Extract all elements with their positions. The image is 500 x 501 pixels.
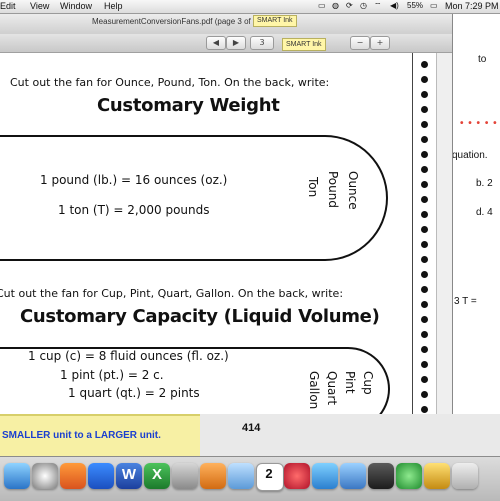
firefox-icon[interactable] (60, 463, 86, 489)
punch-hole (421, 331, 428, 338)
punch-hole (421, 181, 428, 188)
capacity-line-1: 1 cup (c) = 8 fluid ounces (fl. oz.) (28, 349, 229, 363)
punch-hole (421, 106, 428, 113)
excel-letter: X (151, 466, 162, 483)
page-number: 414 (242, 422, 261, 434)
menu-window[interactable]: Window (60, 1, 92, 11)
menu-view[interactable]: View (30, 1, 49, 11)
powerpoint-icon[interactable] (200, 463, 226, 489)
next-page-button[interactable]: ▶ (226, 36, 246, 50)
capacity-line-3: 1 quart (qt.) = 2 pints (68, 386, 200, 400)
punch-hole (421, 361, 428, 368)
weight-tab-word-3: Ton (306, 177, 320, 198)
punch-hole (421, 316, 428, 323)
punch-hole (421, 256, 428, 263)
capacity-instruction: Cut out the fan for Cup, Pint, Quart, Ga… (0, 287, 344, 300)
smart-ink-label[interactable]: SMART Ink (282, 38, 326, 51)
punch-hole (421, 211, 428, 218)
dock: W X 2 (0, 456, 500, 501)
punch-hole (421, 151, 428, 158)
quicktime-icon[interactable] (368, 463, 394, 489)
volume-icon[interactable]: ◀) (390, 1, 399, 10)
previous-page-button[interactable]: ◀ (206, 36, 226, 50)
itunes-icon[interactable] (284, 463, 310, 489)
capacity-line-2: 1 pint (pt.) = 2 c. (60, 368, 164, 382)
bg-fragment-equation: quation. (452, 150, 488, 161)
capacity-tab-word-1: Cup (361, 371, 375, 395)
capacity-heading: Customary Capacity (Liquid Volume) (20, 306, 380, 327)
weight-tab-word-2: Pound (326, 171, 340, 208)
punch-hole (421, 166, 428, 173)
battery-percent[interactable]: 55% (407, 1, 423, 10)
punch-hole (421, 226, 428, 233)
battery-icon[interactable]: ▭ (430, 1, 438, 10)
trash-icon[interactable] (452, 463, 478, 489)
bg-fragment-3t: 3 T = (454, 296, 477, 307)
smart-ink-tab[interactable]: SMART Ink (253, 15, 297, 27)
bg-red-dots: • • • • • (460, 118, 498, 129)
menu-edit[interactable]: Edit (0, 1, 16, 11)
punch-hole (421, 76, 428, 83)
finder-icon[interactable] (4, 463, 30, 489)
punch-hole (421, 91, 428, 98)
hole-punch-rail (412, 53, 438, 414)
clock[interactable]: Mon 7:29 PM (445, 1, 499, 11)
window-title-bar[interactable]: MeasurementConversionFans.pdf (page 3 of… (0, 14, 452, 35)
vertical-scrollbar[interactable] (436, 53, 452, 414)
punch-hole (421, 136, 428, 143)
word-letter: W (121, 466, 137, 483)
punch-hole (421, 406, 428, 413)
scissors-icon[interactable] (172, 463, 198, 489)
sync-icon[interactable]: ⟳ (346, 1, 353, 10)
time-machine-icon[interactable]: ◷ (360, 1, 367, 10)
preview-icon[interactable] (312, 463, 338, 489)
punch-hole (421, 286, 428, 293)
mail-icon[interactable] (228, 463, 254, 489)
punch-hole (421, 346, 428, 353)
weight-heading: Customary Weight (97, 95, 280, 116)
punch-hole (421, 121, 428, 128)
zoom-in-button[interactable]: + (370, 36, 390, 50)
pdf-page: Cut out the fan for Ounce, Pound, Ton. O… (0, 53, 452, 414)
capacity-tab-word-2: Pint (343, 371, 357, 394)
bg-item-b: b. 2 (476, 178, 493, 189)
punch-hole (421, 241, 428, 248)
instruction-banner: SMALLER unit to a LARGER unit. (0, 414, 200, 456)
bg-fragment-to: to (478, 54, 487, 65)
banner-text: SMALLER unit to a LARGER unit. (2, 430, 161, 441)
punch-hole (421, 391, 428, 398)
punch-hole (421, 61, 428, 68)
airplay-icon[interactable]: ◍ (332, 1, 339, 10)
punch-hole (421, 301, 428, 308)
zoom-out-button[interactable]: − (350, 36, 370, 50)
window-title: MeasurementConversionFans.pdf (page 3 of… (92, 17, 265, 26)
weight-tab-word-1: Ounce (346, 171, 360, 210)
bg-item-d: d. 4 (476, 207, 493, 218)
app-store-icon[interactable] (340, 463, 366, 489)
smart-notebook-icon[interactable] (424, 463, 450, 489)
weight-line-1: 1 pound (lb.) = 16 ounces (oz.) (40, 173, 228, 187)
weight-line-2: 1 ton (T) = 2,000 pounds (58, 203, 210, 217)
punch-hole (421, 376, 428, 383)
weight-fan-body (0, 135, 280, 261)
pdf-window[interactable]: MeasurementConversionFans.pdf (page 3 of… (0, 14, 453, 414)
calendar-day: 2 (265, 466, 273, 481)
punch-hole (421, 271, 428, 278)
menu-help[interactable]: Help (104, 1, 123, 11)
capacity-tab-word-4: Gallon (307, 371, 321, 410)
pdf-toolbar: ◀ ▶ 3 SMART Ink − + (0, 34, 452, 53)
page-number-field[interactable]: 3 (250, 36, 274, 50)
system-preferences-icon[interactable] (32, 463, 58, 489)
weight-instruction: Cut out the fan for Ounce, Pound, Ton. O… (10, 76, 330, 89)
wifi-icon[interactable]: ⌔ (374, 1, 382, 11)
safari-icon[interactable] (88, 463, 114, 489)
capacity-tab-word-3: Quart (325, 371, 339, 406)
punch-hole (421, 196, 428, 203)
play-icon[interactable] (396, 463, 422, 489)
menu-bar: Edit View Window Help ▭ ◍ ⟳ ◷ ⌔ ◀) 55% ▭… (0, 0, 500, 14)
smart-board-icon[interactable]: ▭ (318, 1, 326, 10)
